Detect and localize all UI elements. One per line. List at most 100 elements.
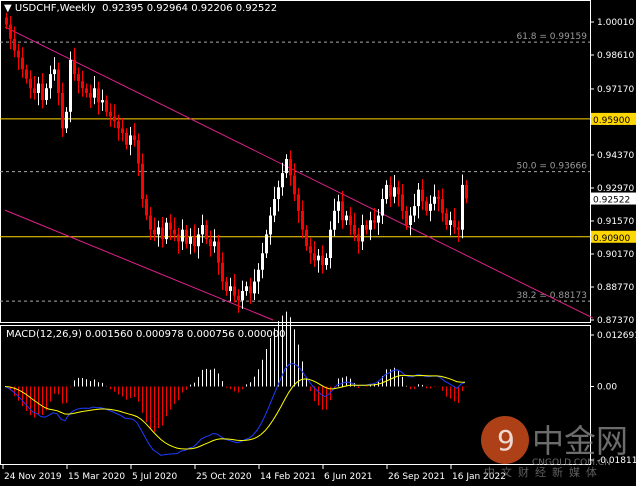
candle-body bbox=[69, 59, 72, 112]
candle bbox=[205, 220, 208, 244]
candle bbox=[413, 193, 416, 223]
candle bbox=[397, 180, 400, 207]
candle bbox=[277, 180, 280, 212]
candle bbox=[385, 180, 388, 204]
candle-body bbox=[261, 253, 264, 270]
candle bbox=[53, 57, 56, 81]
candle-body bbox=[329, 229, 332, 258]
candle bbox=[453, 208, 456, 234]
x-tick-label: 24 Nov 2019 bbox=[4, 472, 62, 482]
candle bbox=[17, 43, 20, 70]
candle bbox=[253, 269, 256, 300]
candle-body bbox=[133, 135, 136, 141]
candle bbox=[441, 188, 444, 222]
candle bbox=[297, 187, 300, 224]
candle bbox=[237, 289, 240, 313]
macd-y-tick-label: 0.012691 bbox=[597, 331, 636, 341]
candle-body bbox=[57, 69, 60, 93]
candle bbox=[25, 64, 28, 84]
x-tick-label: 15 Mar 2020 bbox=[68, 472, 125, 482]
candle-body bbox=[29, 78, 32, 89]
candle-body bbox=[257, 269, 260, 282]
candle bbox=[129, 126, 132, 156]
candle-body bbox=[309, 246, 312, 254]
svg-text:9: 9 bbox=[497, 424, 515, 457]
x-tick-label: 5 Jul 2020 bbox=[132, 472, 177, 482]
candle bbox=[125, 128, 128, 150]
candle bbox=[133, 123, 136, 147]
candle-body bbox=[205, 224, 208, 240]
candle-body bbox=[241, 291, 244, 301]
candle-body bbox=[421, 189, 424, 202]
candle bbox=[269, 207, 272, 245]
x-tick-label: 14 Feb 2021 bbox=[260, 472, 316, 482]
candle-body bbox=[341, 201, 344, 221]
candle-body bbox=[145, 199, 148, 216]
candle-body bbox=[325, 257, 328, 266]
x-tick-label: 25 Oct 2020 bbox=[196, 472, 252, 482]
candle bbox=[285, 154, 288, 178]
candle bbox=[361, 214, 364, 250]
candle bbox=[65, 107, 68, 134]
level-price-label: 0.95900 bbox=[593, 116, 630, 126]
x-tick-label: 26 Sep 2021 bbox=[388, 472, 445, 482]
candle bbox=[137, 133, 140, 176]
candle-body bbox=[61, 92, 64, 129]
candle-body bbox=[353, 224, 356, 235]
candle bbox=[365, 220, 368, 235]
candle bbox=[209, 230, 212, 257]
candle-body bbox=[13, 38, 16, 51]
candle-body bbox=[49, 74, 52, 89]
candle bbox=[233, 274, 236, 303]
candle-body bbox=[265, 234, 268, 254]
y-tick-label: 0.87370 bbox=[597, 316, 634, 326]
candle bbox=[293, 163, 296, 201]
candle bbox=[261, 242, 264, 279]
candle-body bbox=[445, 213, 448, 225]
candle bbox=[141, 153, 144, 208]
candle bbox=[157, 220, 160, 247]
candle-body bbox=[209, 239, 212, 247]
candle bbox=[97, 81, 100, 115]
candle bbox=[321, 245, 324, 274]
candle bbox=[41, 73, 44, 109]
candle-body bbox=[97, 88, 100, 103]
channel-trendline bbox=[4, 26, 594, 319]
candle bbox=[177, 227, 180, 254]
candle-body bbox=[249, 286, 252, 294]
candle-body bbox=[253, 281, 256, 294]
candle-body bbox=[45, 88, 48, 101]
candle-body bbox=[85, 88, 88, 93]
candle-body bbox=[301, 210, 304, 230]
candle bbox=[329, 221, 332, 269]
candle bbox=[445, 208, 448, 230]
candle bbox=[341, 191, 344, 229]
candle-body bbox=[313, 253, 316, 261]
candle bbox=[29, 70, 32, 99]
candle bbox=[89, 84, 92, 109]
candle-body bbox=[361, 224, 364, 242]
candle-body bbox=[93, 88, 96, 98]
candle-body bbox=[401, 194, 404, 211]
candle-body bbox=[129, 135, 132, 145]
candle-body bbox=[77, 74, 80, 82]
candle-body bbox=[429, 203, 432, 211]
candle-body bbox=[357, 234, 360, 242]
candle-body bbox=[289, 158, 292, 176]
candle-body bbox=[101, 100, 104, 103]
candle-body bbox=[225, 281, 228, 292]
candle-body bbox=[317, 255, 320, 261]
candle bbox=[61, 82, 64, 137]
candle bbox=[33, 75, 36, 100]
candle-body bbox=[197, 234, 200, 247]
candle bbox=[273, 186, 276, 223]
candle bbox=[301, 200, 304, 239]
candle-body bbox=[17, 50, 20, 58]
candle bbox=[145, 194, 148, 221]
candle bbox=[245, 281, 248, 296]
candle-body bbox=[105, 100, 108, 112]
candle bbox=[349, 207, 352, 236]
y-tick-label: 0.88770 bbox=[597, 283, 634, 293]
candle-body bbox=[185, 229, 188, 244]
candle bbox=[241, 280, 244, 309]
